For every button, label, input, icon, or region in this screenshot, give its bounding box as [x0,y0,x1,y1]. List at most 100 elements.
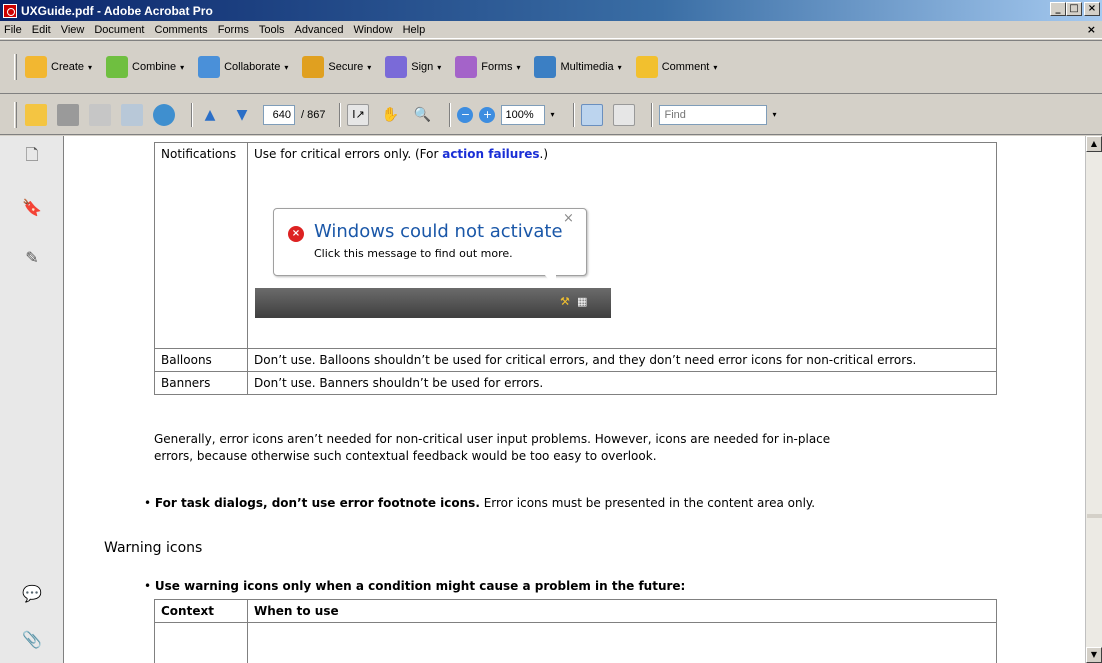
fit-width-icon[interactable] [581,103,604,126]
collaborate-button[interactable]: Collaborate ▾ [198,56,288,78]
next-page-icon[interactable]: ▼ [231,104,253,126]
acrobat-window: UXGuide.pdf - Adobe Acrobat Pro _ □ × Fi… [0,0,1102,663]
menu-help[interactable]: Help [403,24,426,36]
bullet-item: • Use warning icons only when a conditio… [144,579,686,593]
menu-bar: File Edit View Document Comments Forms T… [0,21,1102,39]
menu-document[interactable]: Document [94,24,144,36]
table-header-row: Context When to use [154,599,997,623]
chevron-down-icon: ▾ [437,62,442,72]
tools-tray-icon: ⚒ [560,295,570,308]
zoom-out-icon[interactable]: − [457,106,474,123]
toolbar-separator [449,102,452,127]
pages-icon[interactable]: 🗋 [21,145,43,168]
chevron-down-icon: ▾ [617,62,622,72]
page-number-input[interactable] [263,104,295,125]
menu-window[interactable]: Window [353,24,392,36]
toolbar-separator [651,102,654,127]
notification-balloon: × Windows could not activate Click this … [273,208,587,276]
toolbar-grip[interactable] [14,54,17,80]
globe-icon[interactable] [153,103,175,126]
forms-button[interactable]: Forms ▾ [455,56,520,78]
forms-icon [455,56,478,78]
previous-page-icon[interactable]: ▲ [199,104,221,126]
email-icon[interactable] [121,103,143,126]
chevron-down-icon: ▾ [284,62,289,72]
table-cell: Don’t use. Balloons shouldn’t be used fo… [247,348,997,372]
network-tray-icon: ▦ [577,295,588,308]
zoom-level-input[interactable] [501,104,546,125]
comments-icon[interactable]: 💬 [21,582,43,604]
attachments-icon[interactable]: 📎 [21,628,43,650]
table-cell [154,622,248,663]
table-row: Balloons Don’t use. Balloons shouldn’t b… [154,348,997,372]
create-icon [25,56,47,78]
multimedia-button[interactable]: Multimedia ▾ [534,56,622,78]
paragraph: Generally, error icons aren’t needed for… [154,432,831,463]
menu-comments[interactable]: Comments [155,24,208,36]
multimedia-icon [534,56,557,78]
close-icon: × [563,211,574,226]
table-row: Banners Don’t use. Banners shouldn’t be … [154,371,997,395]
table-row [154,622,997,663]
window-title: UXGuide.pdf - Adobe Acrobat Pro [21,3,213,18]
toolbar-separator [339,102,342,127]
menu-advanced[interactable]: Advanced [295,24,344,36]
lock-icon [302,56,325,78]
tasks-toolbar: Create ▾ Combine ▾ Collaborate ▾ Secure … [0,40,1102,94]
chevron-down-icon: ▾ [180,62,185,72]
menu-edit[interactable]: Edit [32,24,51,36]
window-controls: _ □ × [1050,2,1100,16]
zoom-in-icon[interactable]: + [479,106,496,123]
action-failures-link[interactable]: action failures [442,147,539,161]
table-cell: Banners [154,371,248,395]
acrobat-app-icon [3,3,17,18]
chevron-down-icon: ▾ [367,62,372,72]
notification-figure: × Windows could not activate Click this … [254,204,611,324]
maximize-button[interactable]: □ [1066,2,1082,16]
zoom-marquee-icon[interactable]: 🔍 [411,104,433,126]
menu-forms[interactable]: Forms [218,24,249,36]
select-tool-icon[interactable]: I↗ [347,103,370,126]
document-page: Notifications Use for critical errors on… [64,136,1085,663]
chevron-down-icon: ▾ [516,62,521,72]
scroll-thumb[interactable] [1087,514,1102,518]
zoom-dropdown-icon[interactable]: ▾ [545,105,559,125]
sign-button[interactable]: Sign ▾ [385,56,441,78]
table-header-cell: Context [154,599,248,623]
document-close-icon[interactable]: × [1087,23,1096,36]
taskbar-image: ⚒ ▦ [255,288,611,318]
navigation-toolbar: ▲ ▼ / 867 I↗ ✋ 🔍 − + ▾ ▾ [0,95,1102,135]
find-input[interactable] [659,104,768,125]
find-dropdown-icon[interactable]: ▾ [767,105,781,125]
vertical-scrollbar[interactable]: ▲ ▼ [1085,136,1102,663]
create-button[interactable]: Create ▾ [25,56,92,78]
menu-tools[interactable]: Tools [259,24,285,36]
chevron-down-icon: ▾ [88,62,93,72]
toolbar-separator [573,102,576,127]
menu-view[interactable]: View [61,24,85,36]
collaborate-icon [198,56,221,78]
scroll-down-icon[interactable]: ▼ [1086,647,1102,663]
secure-button[interactable]: Secure ▾ [302,56,371,78]
open-folder-icon[interactable] [25,103,47,126]
balloon-tail [544,274,556,288]
bookmarks-icon[interactable]: 🔖 [21,196,43,218]
hand-tool-icon[interactable]: ✋ [379,104,401,126]
minimize-button[interactable]: _ [1050,2,1066,16]
save-icon[interactable] [89,103,111,126]
signatures-icon[interactable]: ✎ [21,246,43,268]
comment-button[interactable]: Comment ▾ [635,56,717,78]
fit-page-icon[interactable] [613,103,636,126]
print-icon[interactable] [57,103,79,126]
error-icon: × [288,226,304,242]
scroll-up-icon[interactable]: ▲ [1086,136,1102,152]
section-heading: Warning icons [104,540,203,556]
combine-button[interactable]: Combine ▾ [106,56,184,78]
close-button[interactable]: × [1084,2,1100,16]
table-cell [247,622,997,663]
table-cell: Don’t use. Banners shouldn’t be used for… [247,371,997,395]
page-total-label: / 867 [301,108,326,121]
toolbar-grip[interactable] [14,101,17,128]
menu-file[interactable]: File [4,24,22,36]
combine-icon [106,56,129,78]
